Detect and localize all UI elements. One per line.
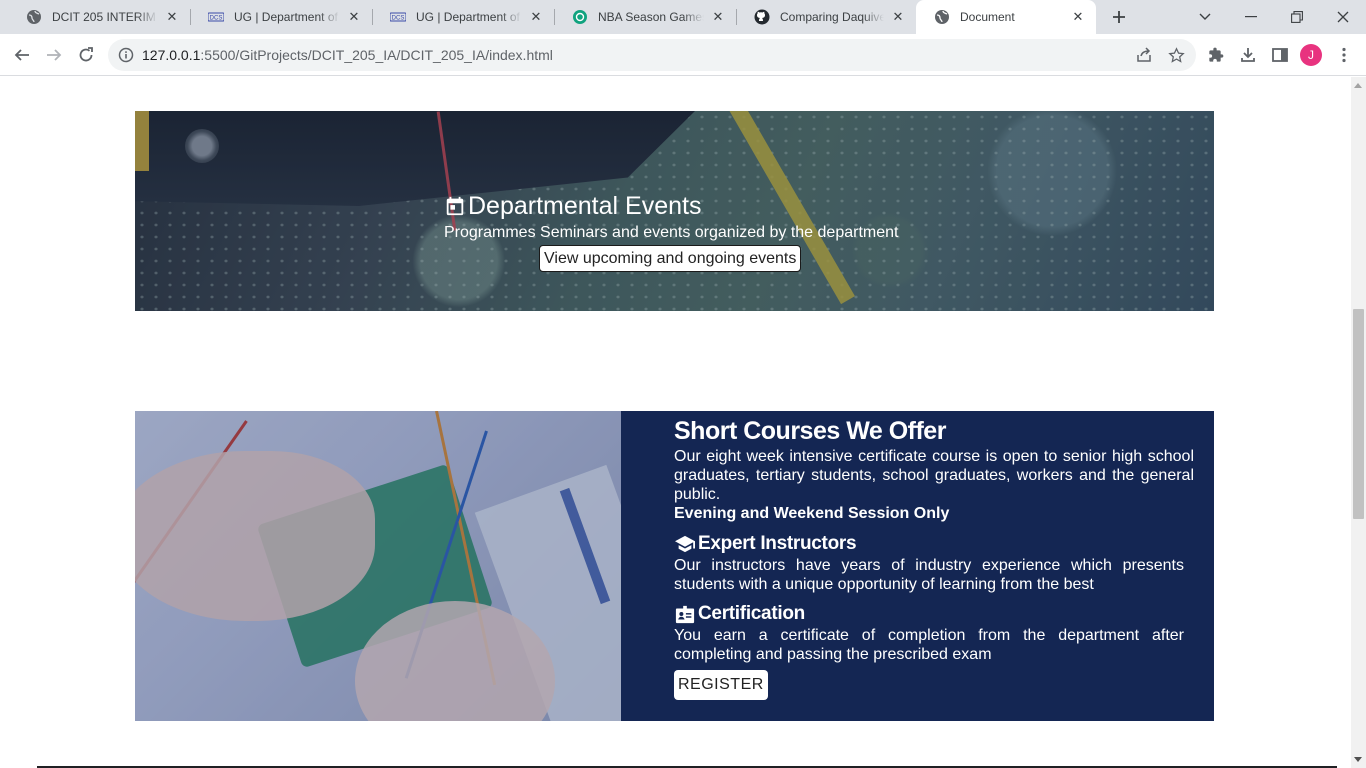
- ug-logo-icon: DCS: [208, 9, 224, 25]
- close-icon[interactable]: ✕: [1070, 9, 1086, 25]
- events-banner: Departmental Events Programmes Seminars …: [135, 111, 1214, 311]
- tab-6-active[interactable]: Document ✕: [916, 0, 1096, 34]
- puzzle-icon: [1209, 47, 1224, 62]
- tab-title: DCIT 205 INTERIM ASSIGNMENT: [52, 10, 158, 24]
- feature-title: Certification: [698, 603, 805, 624]
- extensions-button[interactable]: [1200, 39, 1232, 71]
- vertical-scrollbar[interactable]: [1351, 77, 1366, 768]
- svg-text:DCS: DCS: [392, 16, 405, 22]
- downloads-button[interactable]: [1232, 39, 1264, 71]
- scroll-up-arrow-icon[interactable]: [1354, 83, 1362, 88]
- courses-intro: Our eight week intensive certificate cou…: [674, 448, 1194, 503]
- session-note: Evening and Weekend Session Only: [674, 505, 950, 522]
- tab-title: Comparing Daquiver: [780, 10, 884, 24]
- tab-search-button[interactable]: [1182, 0, 1228, 34]
- feature-text: Our instructors have years of industry e…: [674, 557, 1184, 593]
- url-path: :5500/GitProjects/DCIT_205_IA/DCIT_205_I…: [200, 47, 553, 63]
- electronics-photo: [135, 411, 621, 721]
- url-host: 127.0.0.1: [142, 47, 201, 63]
- ug-logo-icon: DCS: [390, 9, 406, 25]
- courses-content: Short Courses We Offer Our eight week in…: [674, 415, 1194, 700]
- events-title: Departmental Events: [468, 192, 702, 220]
- globe-icon: [26, 9, 42, 25]
- plus-icon: [1113, 11, 1125, 23]
- reload-icon: [79, 47, 93, 62]
- minimize-button[interactable]: [1228, 0, 1274, 34]
- close-icon[interactable]: ✕: [528, 9, 544, 25]
- tab-title: Document: [960, 10, 1015, 24]
- feature-title: Expert Instructors: [698, 533, 857, 554]
- tab-strip: DCIT 205 INTERIM ASSIGNMENT ✕ DCS UG | D…: [0, 0, 1366, 34]
- side-panel-icon: [1272, 48, 1288, 62]
- new-tab-button[interactable]: [1106, 5, 1132, 29]
- courses-title: Short Courses We Offer: [674, 417, 946, 445]
- register-button[interactable]: REGISTER: [674, 670, 768, 700]
- forward-button[interactable]: [38, 39, 70, 71]
- certificate-badge-icon: [675, 605, 695, 624]
- events-description: Programmes Seminars and events organized…: [444, 224, 899, 241]
- chevron-down-icon: [1199, 13, 1211, 20]
- events-heading: Departmental Events: [444, 191, 898, 221]
- arrow-left-icon: [14, 49, 29, 61]
- tab-4[interactable]: NBA Season Games: Stats ✕: [554, 0, 736, 34]
- back-button[interactable]: [6, 39, 38, 71]
- close-window-button[interactable]: [1320, 0, 1366, 34]
- side-panel-button[interactable]: [1264, 39, 1296, 71]
- info-icon[interactable]: [118, 47, 134, 63]
- globe-icon: [934, 9, 950, 25]
- minimize-icon: [1245, 16, 1257, 18]
- openai-icon: [572, 9, 588, 25]
- svg-text:DCS: DCS: [210, 16, 223, 22]
- restore-button[interactable]: [1274, 0, 1320, 34]
- view-events-button[interactable]: View upcoming and ongoing events: [539, 245, 802, 272]
- close-icon[interactable]: ✕: [890, 9, 906, 25]
- feature-heading: Certification: [674, 602, 1194, 626]
- tab-1[interactable]: DCIT 205 INTERIM ASSIGNMENT ✕: [8, 0, 190, 34]
- kebab-menu-icon: [1342, 47, 1346, 63]
- reload-button[interactable]: [70, 39, 102, 71]
- scroll-down-arrow-icon[interactable]: [1354, 757, 1362, 762]
- feature-heading: Expert Instructors: [674, 532, 1194, 556]
- scrollbar-thumb[interactable]: [1353, 309, 1364, 519]
- restore-icon: [1291, 11, 1303, 23]
- close-icon[interactable]: ✕: [164, 9, 180, 25]
- graduation-cap-icon: [675, 535, 695, 553]
- short-courses-section: Short Courses We Offer Our eight week in…: [135, 411, 1214, 721]
- tab-3[interactable]: DCS UG | Department of Computer Science …: [372, 0, 554, 34]
- close-icon[interactable]: ✕: [346, 9, 362, 25]
- tab-title: UG | Department of Computer Science: [416, 10, 522, 24]
- profile-avatar[interactable]: J: [1300, 44, 1322, 66]
- tab-5[interactable]: Comparing Daquiver ✕: [736, 0, 916, 34]
- share-button[interactable]: [1128, 39, 1160, 71]
- calendar-event-icon: [446, 196, 464, 216]
- url-text: 127.0.0.1:5500/GitProjects/DCIT_205_IA/D…: [142, 47, 553, 63]
- star-icon: [1167, 46, 1185, 63]
- arrow-right-icon: [47, 49, 62, 61]
- share-icon: [1137, 47, 1151, 62]
- close-icon: [1337, 11, 1349, 23]
- page-viewport: Departmental Events Programmes Seminars …: [0, 77, 1351, 768]
- events-content: Departmental Events Programmes Seminars …: [444, 191, 899, 272]
- menu-button[interactable]: [1328, 39, 1360, 71]
- address-bar[interactable]: 127.0.0.1:5500/GitProjects/DCIT_205_IA/D…: [108, 39, 1196, 71]
- tab-title: NBA Season Games: Stats: [598, 10, 704, 24]
- photo-tint: [135, 411, 621, 721]
- tab-2[interactable]: DCS UG | Department of Computer Science …: [190, 0, 372, 34]
- github-icon: [754, 9, 770, 25]
- bookmark-button[interactable]: [1160, 39, 1192, 71]
- feature-text: You earn a certificate of completion fro…: [674, 627, 1184, 663]
- courses-panel: Short Courses We Offer Our eight week in…: [621, 411, 1214, 721]
- tab-title: UG | Department of Computer Science: [234, 10, 340, 24]
- close-icon[interactable]: ✕: [710, 9, 726, 25]
- download-icon: [1241, 48, 1255, 62]
- browser-toolbar: 127.0.0.1:5500/GitProjects/DCIT_205_IA/D…: [0, 34, 1366, 76]
